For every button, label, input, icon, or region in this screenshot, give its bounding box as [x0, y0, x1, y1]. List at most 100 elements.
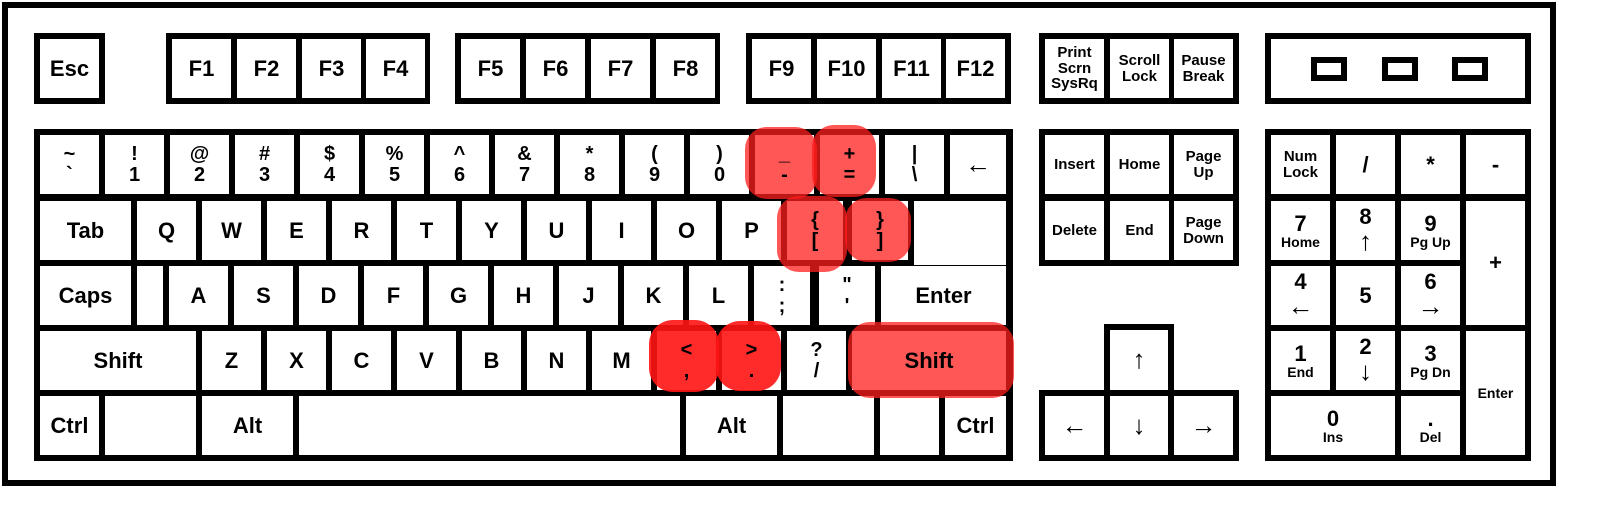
key-slash[interactable]: ? /	[787, 331, 846, 390]
key-print-screen[interactable]: Print Scrn SysRq	[1045, 39, 1104, 98]
key-numpad-2[interactable]: 2 ↓	[1336, 331, 1395, 390]
key-y[interactable]: Y	[462, 201, 521, 260]
key-space[interactable]	[299, 396, 680, 455]
key-left-alt[interactable]: Alt	[202, 396, 293, 455]
key-numpad-8[interactable]: 8 ↑	[1336, 201, 1395, 260]
key-esc[interactable]: Esc	[40, 39, 99, 98]
key-q[interactable]: Q	[137, 201, 196, 260]
key-left-win[interactable]	[105, 396, 196, 455]
key-page-down[interactable]: Page Down	[1174, 201, 1233, 260]
key-left-ctrl[interactable]: Ctrl	[40, 396, 99, 455]
key-period[interactable]: >.	[722, 331, 781, 390]
key-numpad-9[interactable]: 9 Pg Up	[1401, 201, 1460, 260]
key-f[interactable]: F	[364, 266, 423, 325]
key-7[interactable]: & 7	[495, 135, 554, 194]
key-h[interactable]: H	[494, 266, 553, 325]
key-w[interactable]: W	[202, 201, 261, 260]
key-right-alt[interactable]: Alt	[686, 396, 777, 455]
key-g[interactable]: G	[429, 266, 488, 325]
key-n[interactable]: N	[527, 331, 586, 390]
key-tab[interactable]: Tab	[40, 201, 131, 260]
key-numpad-5[interactable]: 5	[1336, 266, 1395, 325]
key-comma[interactable]: <,	[657, 331, 716, 390]
key-f10[interactable]: F10	[817, 39, 876, 98]
key-left-shift[interactable]: Shift	[40, 331, 196, 390]
key-pause-break[interactable]: Pause Break	[1174, 39, 1233, 98]
key-s[interactable]: S	[234, 266, 293, 325]
key-backtick[interactable]: ~ `	[40, 135, 99, 194]
key-p[interactable]: P	[722, 201, 781, 260]
key-f7[interactable]: F7	[591, 39, 650, 98]
key-f12[interactable]: F12	[946, 39, 1005, 98]
key-arrow-left[interactable]: ←	[1045, 396, 1104, 455]
key-m[interactable]: M	[592, 331, 651, 390]
key-f11[interactable]: F11	[882, 39, 941, 98]
key-a[interactable]: A	[169, 266, 228, 325]
key-numpad-minus[interactable]: -	[1466, 135, 1525, 194]
key-arrow-up[interactable]: ↑	[1110, 330, 1168, 390]
key-scroll-lock[interactable]: Scroll Lock	[1110, 39, 1169, 98]
key-end[interactable]: End	[1110, 201, 1169, 260]
key-l[interactable]: L	[689, 266, 748, 325]
key-f1[interactable]: F1	[172, 39, 231, 98]
key-numpad-4[interactable]: 4 ←	[1271, 266, 1330, 325]
key-quote[interactable]: " '	[819, 266, 875, 325]
key-numpad-plus[interactable]: +	[1466, 201, 1525, 325]
key-f4[interactable]: F4	[366, 39, 425, 98]
key-semicolon[interactable]: :;	[754, 266, 810, 325]
key-numpad-decimal[interactable]: . Del	[1401, 396, 1460, 455]
key-3[interactable]: #3	[235, 135, 294, 194]
key-r[interactable]: R	[332, 201, 391, 260]
key-f2[interactable]: F2	[237, 39, 296, 98]
key-right-bracket[interactable]: }]	[852, 201, 908, 260]
key-backslash[interactable]: | \	[885, 135, 944, 194]
key-arrow-right[interactable]: →	[1174, 396, 1233, 455]
key-x[interactable]: X	[267, 331, 326, 390]
key-k[interactable]: K	[624, 266, 683, 325]
key-num-lock[interactable]: Num Lock	[1271, 135, 1330, 194]
key-home[interactable]: Home	[1110, 135, 1169, 194]
key-right-ctrl[interactable]: Ctrl	[945, 396, 1006, 455]
key-numpad-multiply[interactable]: *	[1401, 135, 1460, 194]
key-f3[interactable]: F3	[302, 39, 361, 98]
key-right-win[interactable]	[783, 396, 874, 455]
key-page-up[interactable]: Page Up	[1174, 135, 1233, 194]
key-z[interactable]: Z	[202, 331, 261, 390]
key-caps-lock[interactable]: Caps	[40, 266, 131, 325]
key-delete[interactable]: Delete	[1045, 201, 1104, 260]
key-arrow-down[interactable]: ↓	[1110, 396, 1168, 455]
key-numpad-3[interactable]: 3 Pg Dn	[1401, 331, 1460, 390]
key-2[interactable]: @2	[170, 135, 229, 194]
key-numpad-7[interactable]: 7 Home	[1271, 201, 1330, 260]
key-numpad-0[interactable]: 0 Ins	[1271, 396, 1395, 455]
key-6[interactable]: ^ 6	[430, 135, 489, 194]
key-numpad-enter[interactable]: Enter	[1466, 331, 1525, 455]
key-enter[interactable]: Enter	[881, 266, 1006, 325]
key-4[interactable]: $4	[300, 135, 359, 194]
key-f6[interactable]: F6	[526, 39, 585, 98]
key-numpad-6[interactable]: 6 →	[1401, 266, 1460, 325]
key-c[interactable]: C	[332, 331, 391, 390]
key-menu[interactable]	[880, 396, 939, 455]
key-b[interactable]: B	[462, 331, 521, 390]
key-0[interactable]: ) 0	[690, 135, 749, 194]
key-d[interactable]: D	[299, 266, 358, 325]
key-u[interactable]: U	[527, 201, 586, 260]
key-o[interactable]: O	[657, 201, 716, 260]
key-t[interactable]: T	[397, 201, 456, 260]
key-v[interactable]: V	[397, 331, 456, 390]
key-f9[interactable]: F9	[752, 39, 811, 98]
key-equals[interactable]: + =	[820, 135, 879, 194]
key-1[interactable]: ! 1	[105, 135, 164, 194]
key-9[interactable]: (9	[625, 135, 684, 194]
key-insert[interactable]: Insert	[1045, 135, 1104, 194]
key-f5[interactable]: F5	[461, 39, 520, 98]
key-5[interactable]: % 5	[365, 135, 424, 194]
key-i[interactable]: I	[592, 201, 651, 260]
key-numpad-divide[interactable]: /	[1336, 135, 1395, 194]
key-backspace[interactable]: ←	[950, 135, 1006, 194]
key-f8[interactable]: F8	[656, 39, 715, 98]
key-e[interactable]: E	[267, 201, 326, 260]
key-j[interactable]: J	[559, 266, 618, 325]
key-enter-upper[interactable]	[914, 201, 1006, 265]
